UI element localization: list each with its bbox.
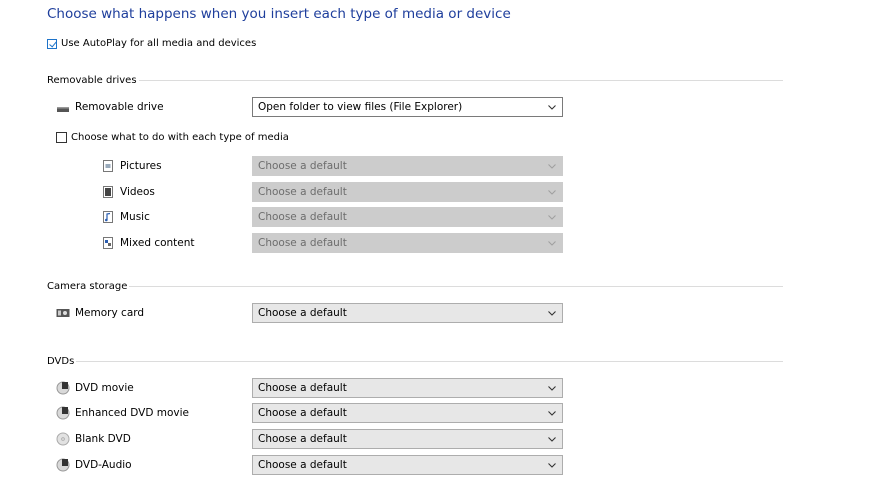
enhanced-dvd-movie-dropdown[interactable]: Choose a default (252, 403, 563, 423)
memory-card-icon (56, 306, 70, 320)
music-row: Music (101, 210, 150, 224)
section-divider (129, 286, 783, 287)
camera-storage-header: Camera storage (47, 281, 783, 292)
removable-drive-dropdown[interactable]: Open folder to view files (File Explorer… (252, 97, 563, 117)
removable-drive-row: Removable drive (56, 100, 164, 114)
pictures-icon (101, 159, 115, 173)
enhanced-dvd-movie-icon (56, 406, 70, 420)
pictures-label: Pictures (120, 160, 162, 172)
autoplay-toggle[interactable]: Use AutoPlay for all media and devices (47, 38, 256, 49)
dvd-movie-label: DVD movie (75, 382, 134, 394)
videos-label: Videos (120, 186, 155, 198)
page-title: Choose what happens when you insert each… (47, 6, 511, 22)
music-label: Music (120, 211, 150, 223)
removable-drives-heading: Removable drives (47, 75, 137, 86)
enhanced-dvd-movie-row: Enhanced DVD movie (56, 406, 189, 420)
dvd-audio-icon (56, 458, 70, 472)
removable-drives-header: Removable drives (47, 75, 783, 86)
music-dropdown[interactable]: Choose a default (252, 207, 563, 227)
enhanced-dvd-movie-label: Enhanced DVD movie (75, 407, 190, 419)
enhanced-dvd-movie-value: Choose a default (258, 407, 347, 419)
chevron-down-icon (548, 105, 556, 110)
pictures-row: Pictures (101, 159, 162, 173)
section-divider (138, 80, 783, 81)
pictures-dropdown[interactable]: Choose a default (252, 156, 563, 176)
memory-card-row: Memory card (56, 306, 144, 320)
chevron-down-icon (548, 190, 556, 195)
memory-card-value: Choose a default (258, 307, 347, 319)
dvd-audio-dropdown[interactable]: Choose a default (252, 455, 563, 475)
chevron-down-icon (548, 411, 556, 416)
dvd-audio-row: DVD-Audio (56, 458, 132, 472)
media-choice-label: Choose what to do with each type of medi… (71, 132, 289, 143)
dvds-header: DVDs (47, 356, 783, 367)
dvd-audio-value: Choose a default (258, 459, 347, 471)
mixed-content-icon (101, 236, 115, 250)
mixed-content-label: Mixed content (120, 237, 195, 249)
chevron-down-icon (548, 437, 556, 442)
chevron-down-icon (548, 241, 556, 246)
chevron-down-icon (548, 164, 556, 169)
mixed-content-row: Mixed content (101, 236, 195, 250)
removable-drive-icon (56, 100, 70, 114)
videos-dropdown[interactable]: Choose a default (252, 182, 563, 202)
chevron-down-icon (548, 215, 556, 220)
camera-storage-heading: Camera storage (47, 281, 128, 292)
chevron-down-icon (548, 386, 556, 391)
autoplay-checkbox[interactable] (47, 38, 57, 49)
dvd-movie-value: Choose a default (258, 382, 347, 394)
dvd-movie-row: DVD movie (56, 381, 134, 395)
music-icon (101, 210, 115, 224)
dvd-movie-icon (56, 381, 70, 395)
videos-icon (101, 185, 115, 199)
dvd-audio-label: DVD-Audio (75, 459, 132, 471)
memory-card-dropdown[interactable]: Choose a default (252, 303, 563, 323)
autoplay-label: Use AutoPlay for all media and devices (61, 38, 257, 49)
blank-dvd-icon (56, 432, 70, 446)
pictures-value: Choose a default (258, 160, 347, 172)
removable-drive-value: Open folder to view files (File Explorer… (258, 101, 463, 113)
blank-dvd-dropdown[interactable]: Choose a default (252, 429, 563, 449)
music-value: Choose a default (258, 211, 347, 223)
section-divider (76, 361, 783, 362)
videos-row: Videos (101, 185, 155, 199)
dvd-movie-dropdown[interactable]: Choose a default (252, 378, 563, 398)
mixed-content-dropdown[interactable]: Choose a default (252, 233, 563, 253)
chevron-down-icon (548, 463, 556, 468)
removable-drive-label: Removable drive (75, 101, 164, 113)
dvds-heading: DVDs (47, 356, 75, 367)
blank-dvd-value: Choose a default (258, 433, 347, 445)
mixed-content-value: Choose a default (258, 237, 347, 249)
blank-dvd-row: Blank DVD (56, 432, 131, 446)
chevron-down-icon (548, 311, 556, 316)
media-choice-toggle[interactable]: Choose what to do with each type of medi… (56, 132, 289, 143)
media-choice-checkbox[interactable] (56, 132, 67, 143)
blank-dvd-label: Blank DVD (75, 433, 131, 445)
memory-card-label: Memory card (75, 307, 145, 319)
videos-value: Choose a default (258, 186, 347, 198)
